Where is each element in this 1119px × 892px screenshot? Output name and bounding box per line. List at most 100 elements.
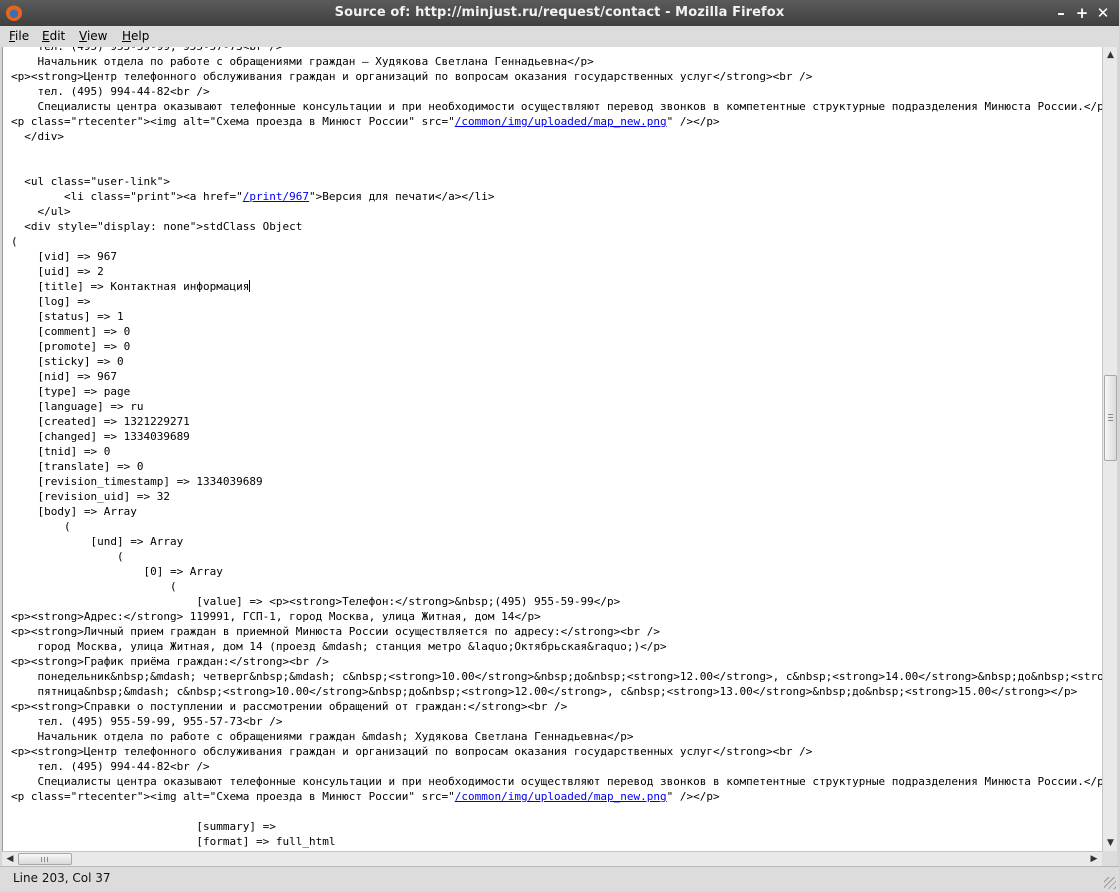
source-text: [tnid] => 0 <box>11 445 111 458</box>
source-line <box>11 159 1102 174</box>
source-text: тел. (495) 994-44-82<br /> <box>11 85 210 98</box>
source-text: <p><strong>Центр телефонного обслуживани… <box>11 745 813 758</box>
source-text: [0] => Array <box>11 565 223 578</box>
source-line: [summary] => <box>11 819 1102 834</box>
source-line: <p class="rtecenter"><img alt="Схема про… <box>11 789 1102 804</box>
source-text: [sticky] => 0 <box>11 355 124 368</box>
source-text: понедельник&nbsp;&mdash; четверг&nbsp;&m… <box>37 670 1102 683</box>
source-text: <div style="display: none">stdClass Obje… <box>11 220 303 233</box>
source-text: <p><strong>Справки о поступлении и рассм… <box>11 700 568 713</box>
source-link[interactable]: /common/img/uploaded/map_new.png <box>455 790 667 803</box>
source-text: <ul class="user-link"> <box>11 175 170 188</box>
source-line: пятница&nbsp;&mdash; c&nbsp;<strong>10.0… <box>11 684 1102 699</box>
source-line: [comment] => 0 <box>11 324 1102 339</box>
minimize-button[interactable]: – <box>1051 3 1071 23</box>
source-line: [uid] => 2 <box>11 264 1102 279</box>
grip-line <box>1108 417 1113 418</box>
source-line: [sticky] => 0 <box>11 354 1102 369</box>
text-caret <box>249 280 251 292</box>
source-link[interactable]: /print/967 <box>243 190 309 203</box>
source-text: [comment] => 0 <box>11 325 131 338</box>
source-text: <p><strong>Центр телефонного обслуживани… <box>11 70 813 83</box>
maximize-button[interactable]: + <box>1072 3 1092 23</box>
source-text: <p><strong>График приёма граждан:</stron… <box>11 655 329 668</box>
source-line: тел. (495) 994-44-82<br /> <box>11 84 1102 99</box>
scroll-left-icon[interactable]: ◀ <box>2 852 18 867</box>
source-text: [language] => ru <box>11 400 144 413</box>
source-text: Начальник отдела по работе с обращениями… <box>11 55 594 68</box>
source-text: [body] => Array <box>11 505 137 518</box>
vertical-scrollbar[interactable]: ▲ ▼ <box>1102 47 1117 851</box>
menu-edit[interactable]: Edit <box>42 29 65 43</box>
source-text: тел. (495) 955-59-99, 955-57-73<br /> <box>11 715 283 728</box>
source-view[interactable]: тел. (495) 955-59-99, 955-57-73<br /> На… <box>2 47 1102 851</box>
source-line: тел. (495) 994-44-82<br /> <box>11 759 1102 774</box>
source-text: </ul> <box>11 205 71 218</box>
source-line: [changed] => 1334039689 <box>11 429 1102 444</box>
source-text: Начальник отдела по работе с обращениями… <box>11 730 634 743</box>
source-line: [created] => 1321229271 <box>11 414 1102 429</box>
source-text: [title] => Контактная информация <box>11 280 250 293</box>
source-line: город Москва, улица Житная, дом 14 (прое… <box>11 639 1102 654</box>
source-line: [tnid] => 0 <box>11 444 1102 459</box>
source-text: тел. (495) 994-44-82<br /> <box>11 760 210 773</box>
window-titlebar[interactable]: Source of: http://minjust.ru/request/con… <box>0 0 1119 26</box>
source-text: [und] => Array <box>11 535 184 548</box>
source-line: <div style="display: none">stdClass Obje… <box>11 219 1102 234</box>
source-text: ( <box>11 520 71 533</box>
scroll-up-icon[interactable]: ▲ <box>1103 47 1118 63</box>
source-text: " /></p> <box>666 115 720 128</box>
source-line: [revision_timestamp] => 1334039689 <box>11 474 1102 489</box>
source-line: <p><strong>Личный прием граждан в приемн… <box>11 624 1102 639</box>
menu-view[interactable]: View <box>79 29 107 43</box>
source-line: Специалисты центра оказывают телефонные … <box>11 99 1102 114</box>
menu-file[interactable]: File <box>9 29 29 43</box>
resize-grip-icon[interactable] <box>1104 877 1116 889</box>
source-line: <li class="print"><a href="/print/967">В… <box>11 189 1102 204</box>
source-line: <p class="rtecenter"><img alt="Схема про… <box>11 114 1102 129</box>
source-link[interactable]: /common/img/uploaded/map_new.png <box>455 115 667 128</box>
horizontal-scroll-thumb[interactable] <box>18 853 72 865</box>
source-line: [value] => <p><strong>Телефон:</strong>&… <box>11 594 1102 609</box>
source-line: Специалисты центра оказывают телефонные … <box>11 774 1102 789</box>
source-line: <p><strong>Адрес:</strong> 119991, ГСП-1… <box>11 609 1102 624</box>
source-text: [type] => page <box>11 385 131 398</box>
source-text: [nid] => 967 <box>11 370 117 383</box>
grip-line <box>41 857 42 862</box>
source-text: город Москва, улица Житная, дом 14 (прое… <box>11 640 667 653</box>
scroll-right-icon[interactable]: ▶ <box>1086 852 1102 867</box>
source-text: Специалисты центра оказывают телефонные … <box>11 100 1102 113</box>
source-text: [log] => <box>11 295 91 308</box>
source-line: <p><strong>График приёма граждан:</stron… <box>11 654 1102 669</box>
window-title: Source of: http://minjust.ru/request/con… <box>334 5 785 20</box>
source-line: ( <box>11 579 1102 594</box>
source-line: [translate] => 0 <box>11 459 1102 474</box>
source-line: [body] => Array <box>11 504 1102 519</box>
source-line <box>11 804 1102 819</box>
source-text: [revision_uid] => 32 <box>11 490 170 503</box>
source-line: ( <box>11 519 1102 534</box>
source-text: ( <box>11 235 18 248</box>
source-line: тел. (495) 955-59-99, 955-57-73<br /> <box>11 47 1102 54</box>
source-text: [value] => <p><strong>Телефон:</strong>&… <box>11 595 621 608</box>
source-text: <p><strong>Адрес:</strong> 119991, ГСП-1… <box>11 610 541 623</box>
vertical-scroll-thumb[interactable] <box>1104 375 1117 461</box>
source-text: [uid] => 2 <box>11 265 104 278</box>
close-button[interactable]: ✕ <box>1093 3 1113 23</box>
source-line: [title] => Контактная информация <box>11 279 1102 294</box>
source-line: ( <box>11 549 1102 564</box>
source-code[interactable]: тел. (495) 955-59-99, 955-57-73<br /> На… <box>11 47 1102 849</box>
source-text: Специалисты центра оказывают телефонные … <box>11 775 1102 788</box>
source-line: </div> <box>11 129 1102 144</box>
scroll-down-icon[interactable]: ▼ <box>1103 835 1118 851</box>
source-text: [created] => 1321229271 <box>11 415 190 428</box>
source-text: [promote] => 0 <box>11 340 131 353</box>
scrollbar-corner <box>1102 851 1117 866</box>
menu-help[interactable]: Help <box>122 29 149 43</box>
horizontal-scrollbar[interactable]: ◀ ▶ <box>2 851 1102 866</box>
source-text: [summary] => <box>11 820 276 833</box>
source-line: [log] => <box>11 294 1102 309</box>
grip-line <box>1108 414 1113 415</box>
source-text: <p class="rtecenter"><img alt="Схема про… <box>11 115 455 128</box>
source-line <box>11 144 1102 159</box>
